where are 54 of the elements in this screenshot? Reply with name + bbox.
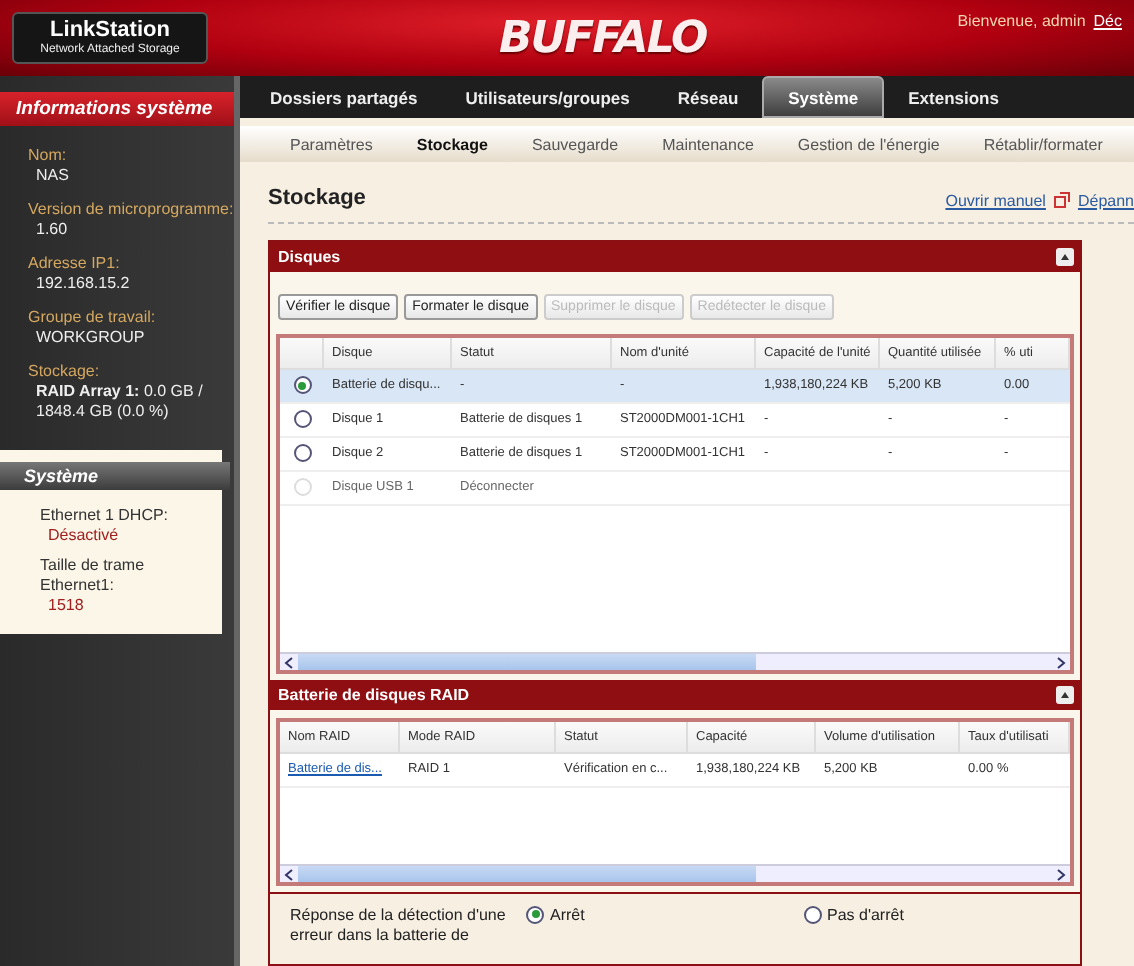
info-value: Désactivé	[46, 526, 121, 546]
info-label: Groupe de travail:	[28, 308, 158, 328]
info-label: Version de microprogramme:	[28, 200, 234, 220]
info-label: Taille de trame Ethernet1:	[40, 556, 147, 596]
sub-tab[interactable]: Gestion de l'énergie	[775, 135, 962, 154]
external-link-icon	[1053, 191, 1070, 208]
manual-link[interactable]: Ouvrir manuel	[945, 191, 1046, 210]
sub-tab[interactable]: Sauvegarde	[509, 135, 641, 154]
page-title: Stockage	[268, 185, 366, 210]
radio-option[interactable]: Arrêt	[526, 905, 803, 924]
collapse-icon[interactable]	[1056, 247, 1074, 266]
scroll-left-icon[interactable]	[280, 653, 298, 672]
product-name: LinkStation	[50, 18, 170, 42]
collapse-icon[interactable]	[1056, 685, 1074, 704]
horizontal-scrollbar[interactable]	[280, 651, 1070, 670]
column-header	[280, 337, 324, 370]
radio-button[interactable]	[293, 376, 311, 395]
sidebar-title: Informations système	[0, 92, 234, 126]
info-label: Adresse IP1:	[28, 254, 122, 274]
info-value: NAS	[34, 166, 71, 186]
sub-tab[interactable]: Paramètres	[268, 135, 395, 154]
radio-button[interactable]	[526, 905, 544, 924]
info-value: 192.168.15.2	[34, 274, 132, 294]
sub-tab[interactable]: Maintenance	[640, 135, 776, 154]
system-panel-title: Système	[0, 462, 230, 490]
logout-link[interactable]: Déc	[1093, 12, 1122, 30]
info-value: WORKGROUP	[34, 328, 147, 348]
info-value: 1.60	[34, 220, 70, 240]
nav-tab[interactable]: Réseau	[653, 76, 763, 119]
panel-title: Disques	[278, 247, 341, 266]
welcome-text: Bienvenue, admin	[957, 12, 1086, 30]
info-label: Nom:	[28, 146, 69, 166]
scroll-right-icon[interactable]	[1052, 865, 1070, 884]
info-value: RAID Array 1: 0.0 GB / 1848.4 GB (0.0 %)	[34, 382, 205, 422]
panel-title: Batterie de disques RAID	[278, 685, 470, 704]
radio-option[interactable]: Pas d'arrêt	[803, 905, 1080, 924]
nav-tab[interactable]: Utilisateurs/groupes	[441, 76, 654, 119]
nav-tab[interactable]: Dossiers partagés	[246, 76, 442, 119]
sub-tab[interactable]: Rétablir/formater	[961, 135, 1125, 154]
setting-label: Réponse de la détection d'une erreur dans la batterie de	[290, 905, 508, 948]
info-value: 1518	[46, 596, 86, 616]
info-label: Ethernet 1 DHCP:	[40, 506, 171, 526]
brand-logo: BUFFALO	[496, 13, 709, 63]
nav-tab[interactable]: Système	[762, 76, 885, 119]
scroll-left-icon[interactable]	[280, 865, 298, 884]
horizontal-scrollbar[interactable]	[280, 863, 1070, 882]
troubleshoot-link[interactable]: Dépann	[1077, 191, 1134, 210]
sub-tab[interactable]: Stockage	[394, 135, 510, 154]
scroll-right-icon[interactable]	[1052, 653, 1070, 672]
radio-button[interactable]	[803, 905, 821, 924]
radio-button[interactable]	[293, 410, 311, 429]
nav-tab[interactable]: Extensions	[884, 76, 1023, 119]
info-label: Stockage:	[28, 362, 102, 382]
radio-button[interactable]	[293, 444, 311, 463]
